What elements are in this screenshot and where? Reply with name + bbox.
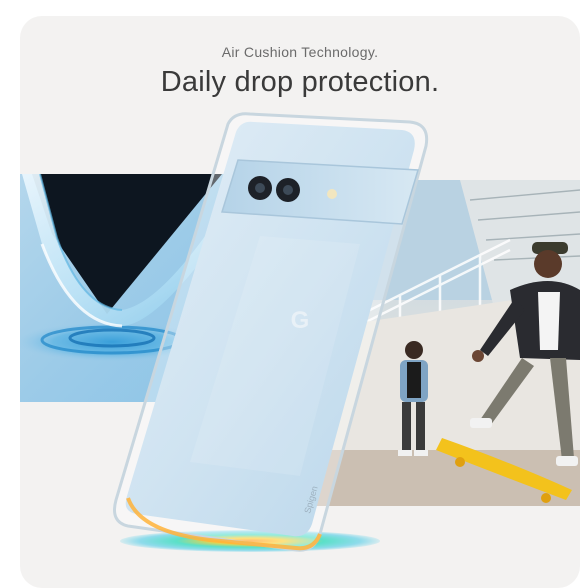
flash-icon xyxy=(327,189,337,199)
phone-in-case: G Spigen xyxy=(100,96,520,576)
banner-subtitle: Air Cushion Technology. xyxy=(221,44,379,60)
product-banner: Air Cushion Technology. Daily drop prote… xyxy=(20,16,580,588)
banner-title: Daily drop protection. xyxy=(160,66,440,98)
phone-illustration: G Spigen xyxy=(113,112,429,552)
